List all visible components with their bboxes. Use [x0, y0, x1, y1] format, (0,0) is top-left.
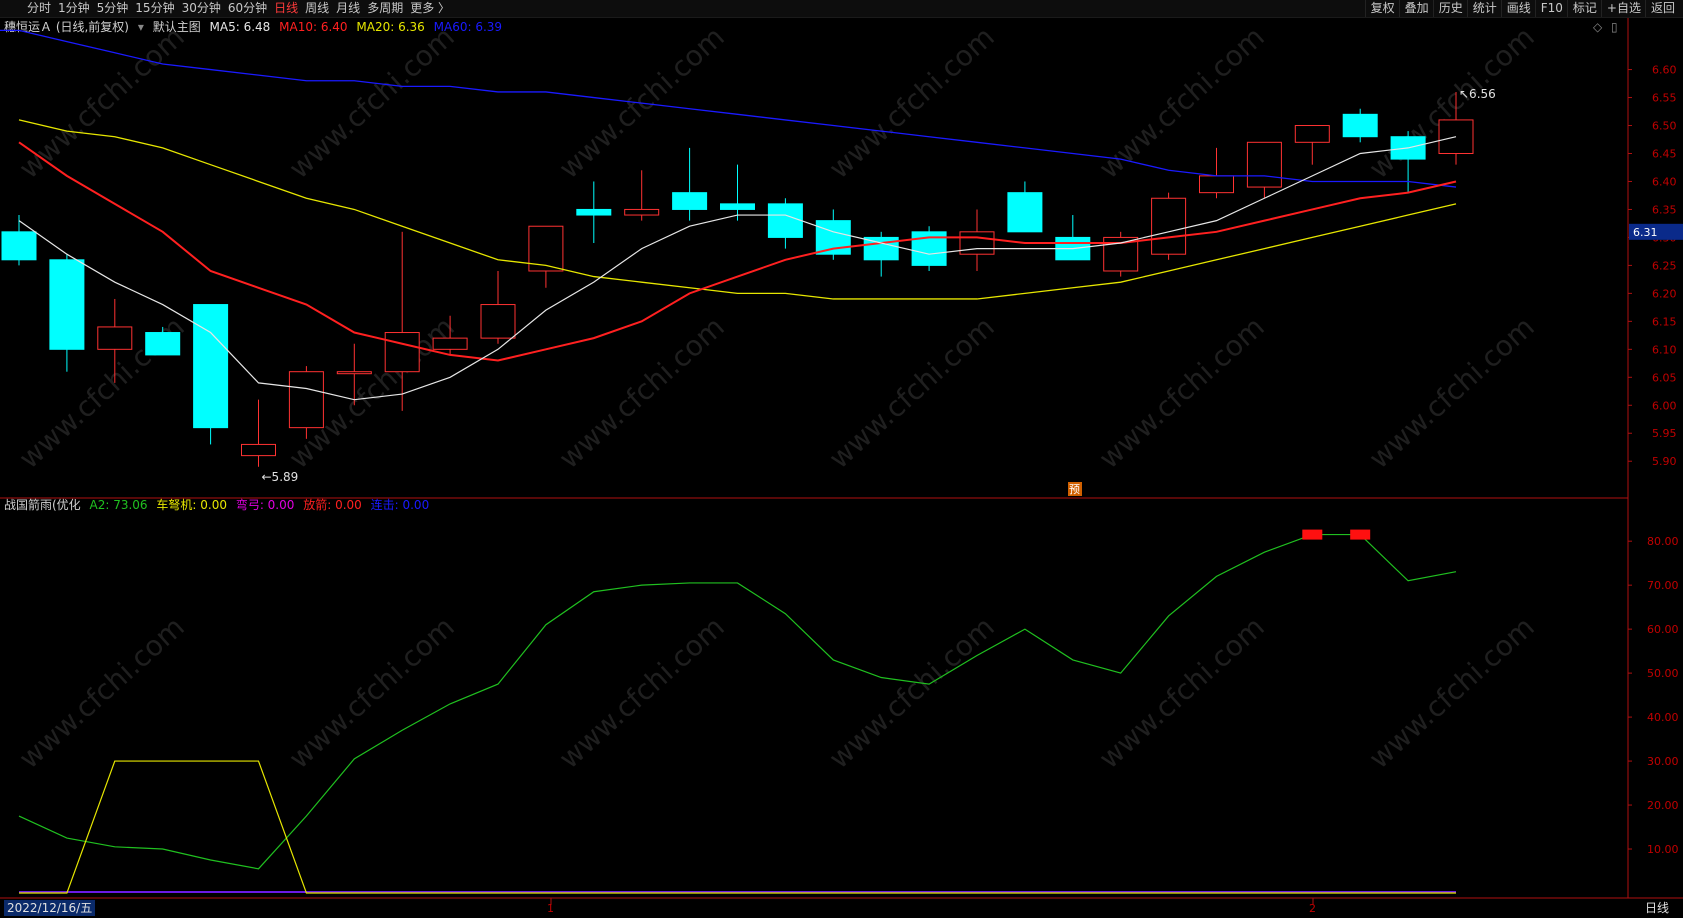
candle-body: [1294, 125, 1330, 143]
down-candle: [672, 147, 708, 221]
price-tick-label: 6.55: [1652, 92, 1677, 105]
month-label: 2: [1309, 902, 1316, 915]
up-candle: [1199, 147, 1234, 199]
price-tick-label: 6.25: [1652, 259, 1677, 272]
candle-body: [672, 192, 708, 210]
up-candle: [1246, 141, 1282, 199]
period-label[interactable]: 日线: [1645, 900, 1669, 916]
low-price-label: ←5.89: [262, 470, 299, 484]
candle-body: [480, 304, 516, 339]
down-candle: [720, 164, 755, 221]
candle-body: [336, 371, 372, 375]
watermark: www.cfchi.com: [823, 310, 1001, 475]
up-candle: [528, 225, 564, 288]
candle-body: [624, 208, 660, 216]
date-label: 2022/12/16/五: [4, 900, 96, 916]
watermark: www.cfchi.com: [1093, 610, 1271, 775]
up-candle: [1103, 231, 1139, 277]
watermark: www.cfchi.com: [1363, 310, 1541, 475]
down-candle: [1007, 181, 1043, 233]
down-candle: [1055, 215, 1091, 261]
candle-body: [49, 259, 85, 350]
price-tick-label: 6.40: [1652, 175, 1677, 188]
candle-body: [241, 443, 276, 457]
watermark: www.cfchi.com: [1363, 610, 1541, 775]
up-candle: [1151, 192, 1187, 260]
candle-body: [1199, 175, 1234, 194]
indicator-tick-label: 80.00: [1647, 535, 1679, 548]
candle-body: [384, 332, 420, 373]
candle-body: [1246, 141, 1282, 188]
down-candle: [1, 215, 37, 266]
current-price-label: 6.31: [1633, 226, 1658, 239]
candle-body: [1007, 192, 1043, 233]
candle-body: [193, 304, 229, 429]
indicator-tick-label: 40.00: [1647, 711, 1679, 724]
up-candle: [480, 270, 516, 344]
down-candle: [576, 181, 612, 244]
price-tick-label: 6.05: [1652, 371, 1677, 384]
candle-body: [145, 332, 181, 356]
down-candle: [1342, 108, 1378, 143]
high-price-label: ↖6.56: [1459, 87, 1496, 101]
candle-body: [1, 231, 37, 261]
watermark: www.cfchi.com: [1093, 310, 1271, 475]
chejian-line: [19, 760, 1456, 894]
chart-canvas[interactable]: www.cfchi.com www.cfchi.com www.cfchi.com w…: [0, 0, 1683, 918]
watermark: www.cfchi.com: [553, 610, 731, 775]
watermark: www.cfchi.com: [283, 20, 461, 185]
month-label: 1: [547, 902, 554, 915]
up-candle: [241, 399, 276, 467]
up-candle: [624, 170, 660, 221]
watermark: www.cfchi.com: [1363, 20, 1541, 185]
candle-body: [288, 371, 324, 429]
price-tick-label: 5.95: [1652, 427, 1677, 440]
up-candle: [1294, 125, 1330, 165]
watermark: www.cfchi.com: [553, 310, 731, 475]
watermark: www.cfchi.com: [13, 610, 191, 775]
price-tick-label: 6.45: [1652, 147, 1677, 160]
candle-body: [97, 326, 133, 350]
price-tick-label: 6.10: [1652, 343, 1677, 356]
down-candle: [767, 198, 803, 249]
watermark: www.cfchi.com: [1093, 20, 1271, 185]
watermark: www.cfchi.com: [13, 20, 191, 185]
price-tick-label: 6.35: [1652, 203, 1677, 216]
a2-line: [18, 533, 1457, 870]
price-tick-label: 6.60: [1652, 64, 1677, 77]
up-candle: [959, 209, 995, 271]
signal-marker: [1350, 529, 1371, 540]
candle-body: [720, 203, 755, 210]
down-candle: [49, 254, 85, 372]
watermark: www.cfchi.com: [823, 20, 1001, 185]
candle-body: [767, 203, 803, 238]
candle-body: [959, 231, 995, 255]
indicator-tick-label: 60.00: [1647, 623, 1679, 636]
price-tick-label: 5.90: [1652, 455, 1677, 468]
down-candle: [863, 231, 899, 277]
down-candle: [911, 226, 947, 271]
indicator-tick-label: 10.00: [1647, 843, 1679, 856]
watermark: www.cfchi.com: [283, 610, 461, 775]
candle-body: [576, 208, 612, 216]
indicator-tick-label: 20.00: [1647, 799, 1679, 812]
price-tick-label: 6.00: [1652, 399, 1677, 412]
indicator-tick-label: 30.00: [1647, 755, 1679, 768]
candle-body: [432, 337, 468, 350]
up-candle: [288, 366, 324, 439]
watermark: www.cfchi.com: [823, 610, 1001, 775]
indicator-tick-label: 50.00: [1647, 667, 1679, 680]
candle-body: [1342, 113, 1378, 138]
forecast-marker: 预: [1069, 483, 1080, 496]
price-tick-label: 6.20: [1652, 287, 1677, 300]
indicator-tick-label: 70.00: [1647, 579, 1679, 592]
price-tick-label: 6.15: [1652, 315, 1677, 328]
price-tick-label: 6.50: [1652, 120, 1677, 133]
signal-marker: [1302, 529, 1323, 540]
candle-body: [1151, 197, 1187, 255]
